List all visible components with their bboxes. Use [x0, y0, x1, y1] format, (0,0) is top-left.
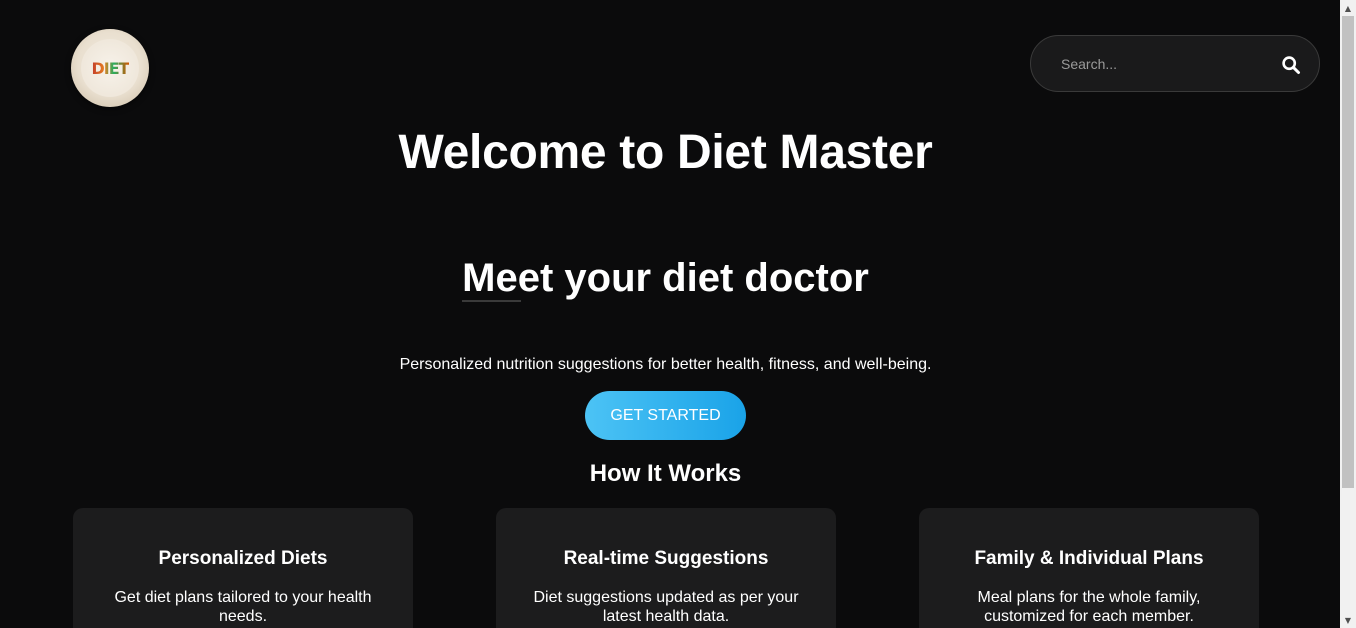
scrollbar-thumb[interactable] [1342, 16, 1354, 488]
feature-card-personalized-diets: Personalized Diets Get diet plans tailor… [73, 508, 413, 628]
diet-logo[interactable]: DIET [71, 29, 149, 107]
get-started-button[interactable]: GET STARTED [585, 391, 746, 440]
card-description: Get diet plans tailored to your health n… [114, 589, 372, 625]
vertical-scrollbar[interactable]: ▲ ▼ [1340, 0, 1356, 628]
logo-plate: DIET [81, 39, 139, 97]
card-description: Meal plans for the whole family, customi… [977, 589, 1201, 625]
search-input[interactable] [1061, 54, 1261, 74]
feature-card-real-time-suggestions: Real-time Suggestions Diet suggestions u… [496, 508, 836, 628]
page-title: Welcome to Diet Master [398, 126, 933, 179]
tagline-underline [462, 300, 522, 302]
card-title: Real-time Suggestions [563, 548, 769, 569]
search-bar [1030, 35, 1320, 92]
hero-subtext: Personalized nutrition suggestions for b… [399, 356, 932, 373]
card-title: Personalized Diets [158, 548, 328, 569]
logo-text: DIET [91, 58, 129, 78]
how-it-works-heading: How It Works [589, 460, 742, 487]
card-description: Diet suggestions updated as per your lat… [533, 589, 799, 625]
page: DIET Welcome to Diet Master Meet your di… [0, 0, 1340, 628]
feature-card-family-plans: Family & Individual Plans Meal plans for… [919, 508, 1259, 628]
search-icon[interactable] [1281, 55, 1301, 75]
tagline-wrapper: Meet your diet doctor [0, 256, 1331, 302]
tagline: Meet your diet doctor [462, 256, 869, 302]
card-title: Family & Individual Plans [974, 548, 1204, 569]
tagline-text: Meet your diet doctor [462, 256, 869, 300]
scroll-up-arrow-icon[interactable]: ▲ [1340, 0, 1356, 16]
scroll-down-arrow-icon[interactable]: ▼ [1340, 612, 1356, 628]
